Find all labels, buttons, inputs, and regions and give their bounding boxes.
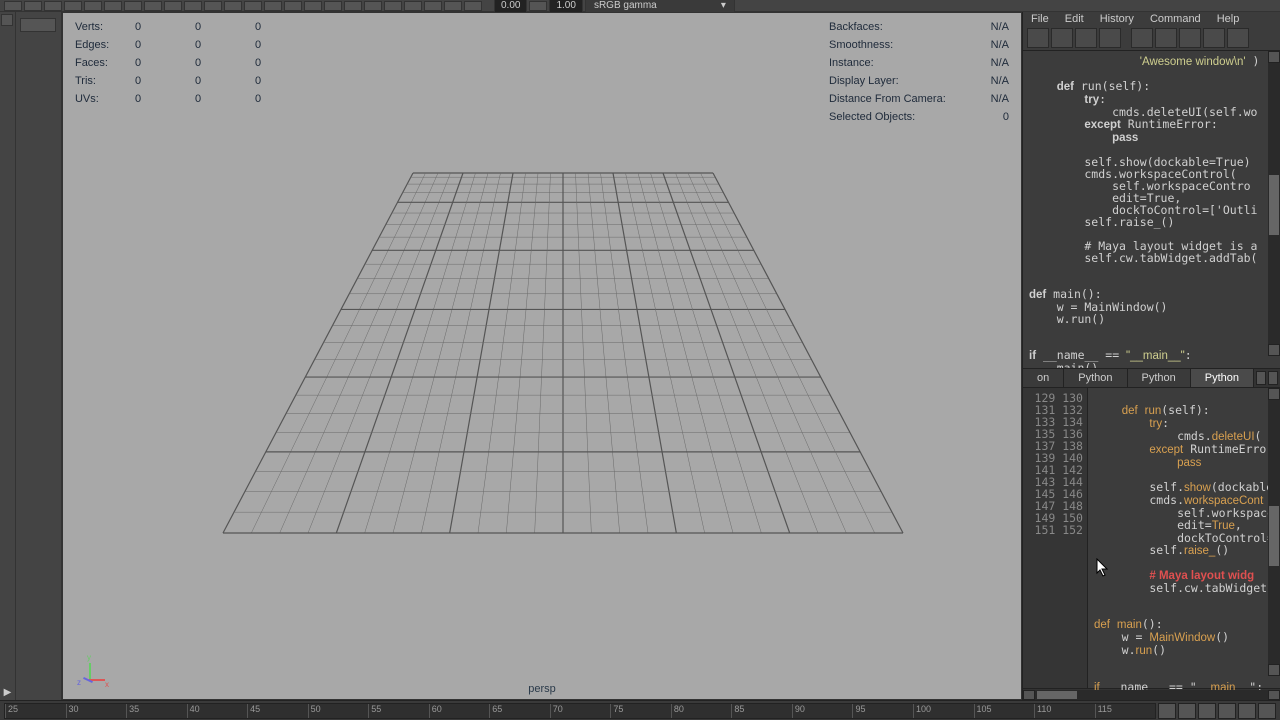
tab-python[interactable]: Python — [1064, 369, 1127, 387]
tab-python[interactable]: Python — [1191, 369, 1254, 387]
tool-btn[interactable] — [384, 1, 402, 11]
script-menu-bar: File Edit History Command Help — [1023, 12, 1280, 26]
tool-btn[interactable] — [344, 1, 362, 11]
tool-btn[interactable] — [284, 1, 302, 11]
hud-poly-stats: Verts:000Edges:000Faces:000Tris:000UVs:0… — [75, 21, 315, 111]
vp-tool[interactable] — [20, 18, 56, 32]
timeline[interactable]: 2530354045505560657075808590951001051101… — [0, 700, 1280, 720]
script-tool-btn[interactable] — [1155, 28, 1177, 48]
line-gutter: 129 130 131 132 133 134 135 136 137 138 … — [1023, 388, 1088, 688]
step-back-icon[interactable] — [1178, 703, 1196, 719]
tool-btn[interactable] — [184, 1, 202, 11]
tool-btn[interactable] — [164, 1, 182, 11]
menu-edit[interactable]: Edit — [1065, 13, 1084, 25]
tool-btn[interactable] — [224, 1, 242, 11]
script-icon-bar — [1023, 26, 1280, 51]
tool-btn[interactable] — [64, 1, 82, 11]
script-tool-btn[interactable] — [1131, 28, 1153, 48]
tool-btn[interactable] — [324, 1, 342, 11]
tool-btn[interactable] — [264, 1, 282, 11]
viewport-3d[interactable]: Verts:000Edges:000Faces:000Tris:000UVs:0… — [62, 12, 1022, 700]
step-forward-icon[interactable] — [1238, 703, 1256, 719]
script-tab-row: onPythonPythonPython — [1023, 368, 1280, 388]
scrollbar-vertical[interactable] — [1268, 388, 1280, 676]
script-tool-btn[interactable] — [1203, 28, 1225, 48]
script-tool-btn[interactable] — [1075, 28, 1097, 48]
scrollbar-vertical[interactable] — [1268, 51, 1280, 356]
scrollbar-horizontal[interactable] — [1023, 688, 1280, 700]
left-tool-gutter: ▶ — [0, 12, 16, 700]
tool-btn[interactable] — [24, 1, 42, 11]
tool-btn[interactable] — [529, 1, 547, 11]
go-end-icon[interactable] — [1258, 703, 1276, 719]
script-editor-panel: File Edit History Command Help 'Awesome wind… — [1022, 12, 1280, 700]
viewport-sidebar — [16, 12, 62, 700]
tool-btn[interactable] — [444, 1, 462, 11]
script-tool-btn[interactable] — [1027, 28, 1049, 48]
tool-btn[interactable] — [4, 1, 22, 11]
expand-arrow-icon[interactable]: ▶ — [4, 687, 12, 698]
tab-nav — [1254, 369, 1280, 387]
play-forward-icon[interactable] — [1218, 703, 1236, 719]
menu-command[interactable]: Command — [1150, 13, 1201, 25]
script-tool-btn[interactable] — [1179, 28, 1201, 48]
tool-btn[interactable] — [464, 1, 482, 11]
tool-btn[interactable] — [144, 1, 162, 11]
go-start-icon[interactable] — [1158, 703, 1176, 719]
viewport-grid — [183, 133, 943, 553]
camera-label: persp — [528, 683, 556, 695]
gutter-btn[interactable] — [1, 14, 13, 26]
tool-btn[interactable] — [44, 1, 62, 11]
tool-btn[interactable] — [84, 1, 102, 11]
hud-object-stats: Backfaces:N/ASmoothness:N/AInstance:N/AD… — [829, 21, 1009, 129]
axis-gizmo: y x z — [81, 657, 111, 687]
script-tool-btn[interactable] — [1227, 28, 1249, 48]
script-output-pane[interactable]: 'Awesome window\n' ) def run(self): try:… — [1023, 51, 1280, 368]
tool-btn[interactable] — [244, 1, 262, 11]
play-back-icon[interactable] — [1198, 703, 1216, 719]
script-tool-btn[interactable] — [1099, 28, 1121, 48]
tab-python[interactable]: Python — [1128, 369, 1191, 387]
script-input-pane[interactable]: 129 130 131 132 133 134 135 136 137 138 … — [1023, 388, 1280, 688]
tool-btn[interactable] — [364, 1, 382, 11]
tab-python[interactable]: on — [1023, 369, 1064, 387]
menu-file[interactable]: File — [1031, 13, 1049, 25]
tab-next-icon[interactable] — [1268, 371, 1278, 385]
tab-prev-icon[interactable] — [1256, 371, 1266, 385]
menu-help[interactable]: Help — [1217, 13, 1240, 25]
tool-btn[interactable] — [404, 1, 422, 11]
tool-btn[interactable] — [204, 1, 222, 11]
tool-btn[interactable] — [104, 1, 122, 11]
playback-controls — [1158, 703, 1276, 719]
timeline-track[interactable]: 2530354045505560657075808590951001051101… — [4, 703, 1156, 719]
tool-btn[interactable] — [124, 1, 142, 11]
tool-btn[interactable] — [424, 1, 442, 11]
top-toolbar: 0.00 1.00 sRGB gamma▾ — [0, 0, 1280, 12]
tool-btn[interactable] — [304, 1, 322, 11]
chevron-down-icon: ▾ — [721, 0, 726, 11]
menu-history[interactable]: History — [1100, 13, 1134, 25]
script-tool-btn[interactable] — [1051, 28, 1073, 48]
